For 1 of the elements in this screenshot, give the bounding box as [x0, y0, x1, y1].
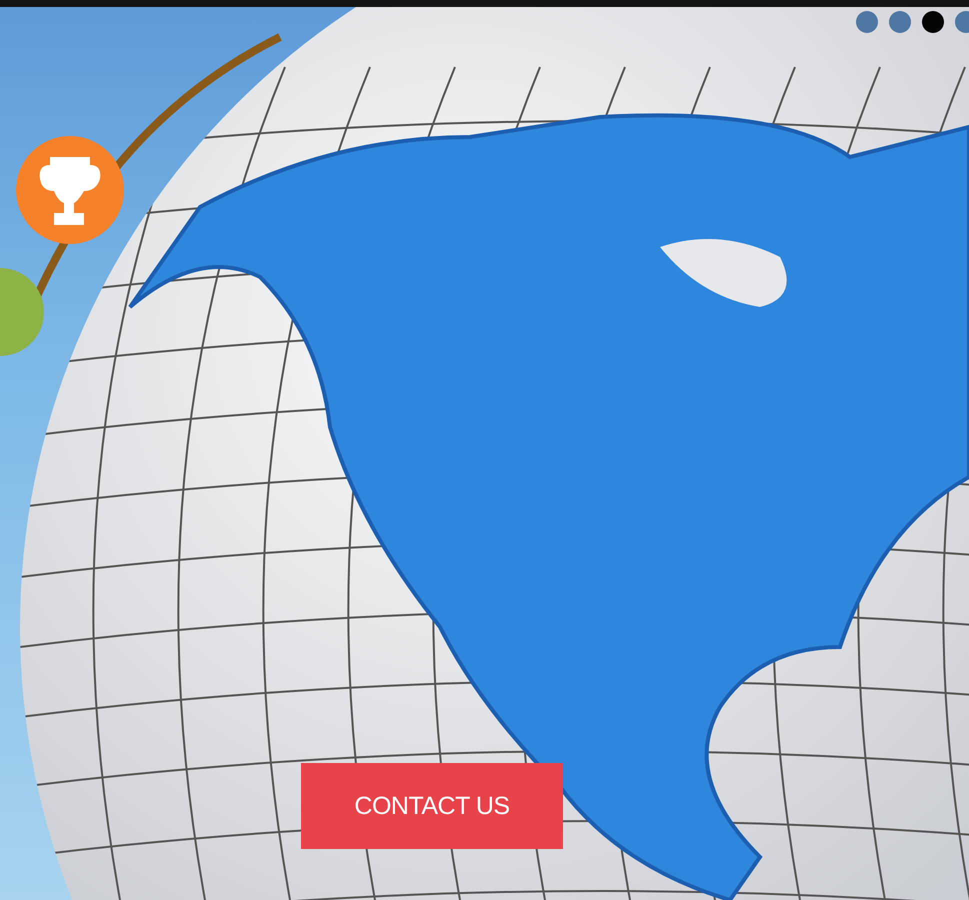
contact-us-button[interactable]: CONTACT US — [301, 763, 563, 849]
